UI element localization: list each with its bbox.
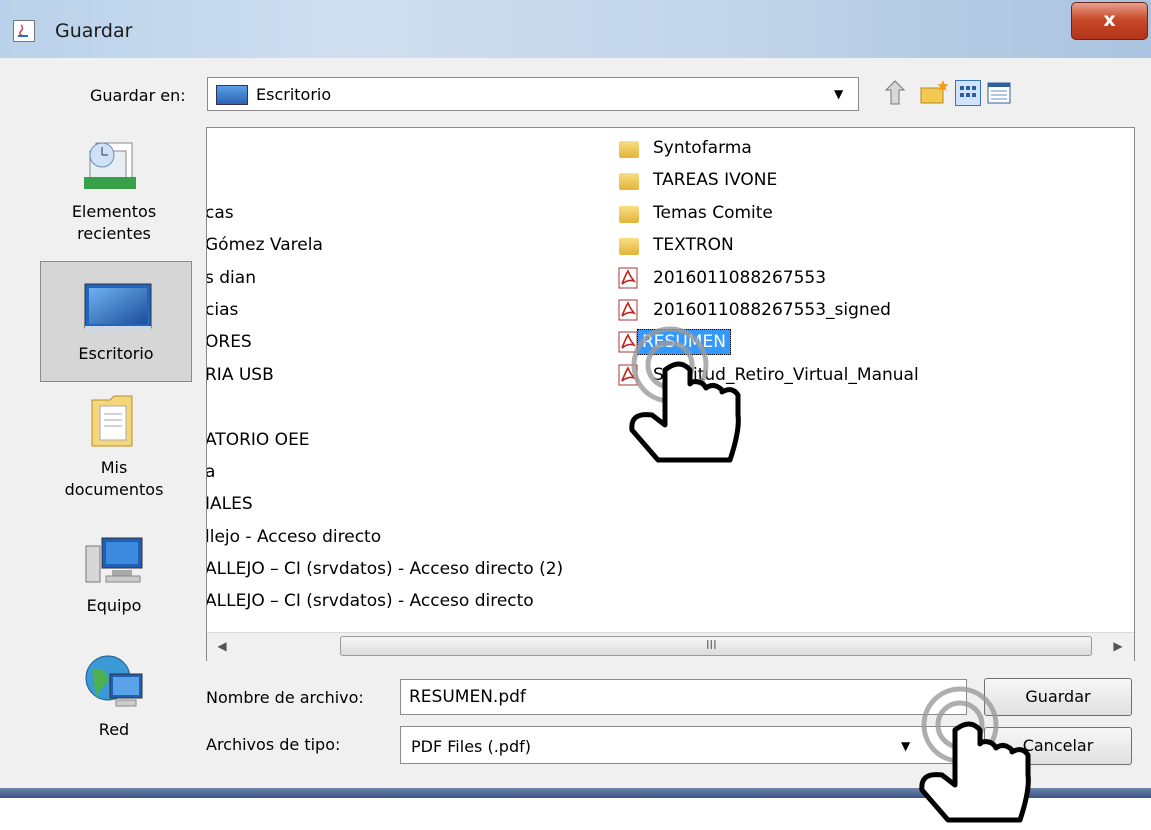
scrollbar-thumb[interactable]: III — [340, 636, 1092, 656]
desktop-icon — [216, 85, 248, 105]
save-in-value: Escritorio — [256, 85, 332, 104]
scrollbar-grip: III — [706, 638, 717, 652]
place-desktop[interactable]: Escritorio — [40, 261, 192, 382]
list-item[interactable]: Syntofarma — [653, 138, 752, 158]
list-item[interactable]: RIA USB — [207, 365, 274, 385]
place-computer[interactable]: Equipo — [38, 524, 190, 634]
filetype-label: Archivos de tipo: — [206, 735, 341, 754]
list-item[interactable]: ALLEJO – CI (srvdatos) - Acceso directo — [207, 591, 534, 611]
close-button[interactable]: x — [1071, 2, 1148, 40]
place-documents-line-1: Mis — [100, 458, 128, 477]
new-folder-icon[interactable] — [919, 78, 949, 108]
list-item[interactable]: 2016011088267553 — [653, 268, 826, 288]
list-item[interactable]: TAREAS IVONE — [653, 170, 777, 190]
list-item[interactable]: 2016011088267553_signed — [653, 300, 891, 320]
computer-icon — [85, 537, 143, 583]
window-title: Guardar — [55, 20, 133, 42]
list-item[interactable]: IALES — [207, 494, 253, 514]
save-in-combo[interactable]: Escritorio ▼ — [207, 77, 859, 111]
place-documents-line-2: documentos — [64, 480, 164, 499]
list-item[interactable]: llejo - Acceso directo — [207, 527, 381, 547]
list-item[interactable]: a — [207, 462, 215, 482]
filename-input[interactable]: RESUMEN.pdf — [400, 679, 967, 715]
list-item[interactable]: s dian — [207, 268, 256, 288]
java-app-icon — [13, 20, 35, 42]
place-network-label: Red — [98, 720, 130, 739]
filetype-value: PDF Files (.pdf) — [411, 737, 531, 756]
title-bar — [0, 0, 1151, 58]
list-item[interactable]: Temas Comite — [653, 203, 773, 223]
details-view-icon[interactable] — [986, 80, 1012, 106]
list-item[interactable]: ORES — [207, 332, 252, 352]
place-recent[interactable]: Elementos recientes — [38, 127, 190, 257]
recent-items-icon — [84, 142, 136, 189]
desktop-icon — [84, 283, 152, 332]
place-recent-line-1: Elementos — [71, 202, 157, 221]
documents-icon — [91, 395, 133, 447]
list-item[interactable]: cas — [207, 203, 234, 223]
save-in-label: Guardar en: — [90, 86, 186, 105]
tap-hand-icon — [919, 686, 1031, 823]
place-network[interactable]: Red — [38, 648, 190, 758]
place-documents[interactable]: Mis documentos — [38, 386, 190, 516]
place-recent-line-2: recientes — [77, 224, 151, 243]
scroll-right-icon[interactable]: ▶ — [1108, 636, 1128, 656]
folder-icon — [619, 238, 639, 255]
list-view-icon[interactable] — [955, 80, 981, 106]
scroll-left-icon[interactable]: ◀ — [212, 636, 232, 656]
folder-icon — [619, 141, 639, 158]
network-icon — [85, 655, 143, 707]
list-item[interactable]: TEXTRON — [653, 235, 734, 255]
up-folder-icon[interactable] — [883, 78, 911, 108]
list-item[interactable]: ALLEJO – CI (srvdatos) - Acceso directo … — [207, 559, 563, 579]
list-item[interactable]: ATORIO OEE — [207, 430, 310, 450]
pdf-icon — [618, 299, 638, 321]
pdf-icon — [618, 267, 638, 289]
filename-label: Nombre de archivo: — [206, 688, 364, 707]
tap-hand-icon — [629, 326, 741, 463]
place-computer-label: Equipo — [86, 596, 142, 615]
list-item[interactable]: cias — [207, 300, 238, 320]
place-desktop-label: Escritorio — [78, 344, 154, 363]
folder-icon — [619, 173, 639, 190]
list-item[interactable]: Gómez Varela — [207, 235, 323, 255]
chevron-down-icon[interactable]: ▼ — [834, 87, 843, 101]
folder-icon — [619, 206, 639, 223]
filetype-combo[interactable]: PDF Files (.pdf) ▼ — [400, 726, 967, 764]
